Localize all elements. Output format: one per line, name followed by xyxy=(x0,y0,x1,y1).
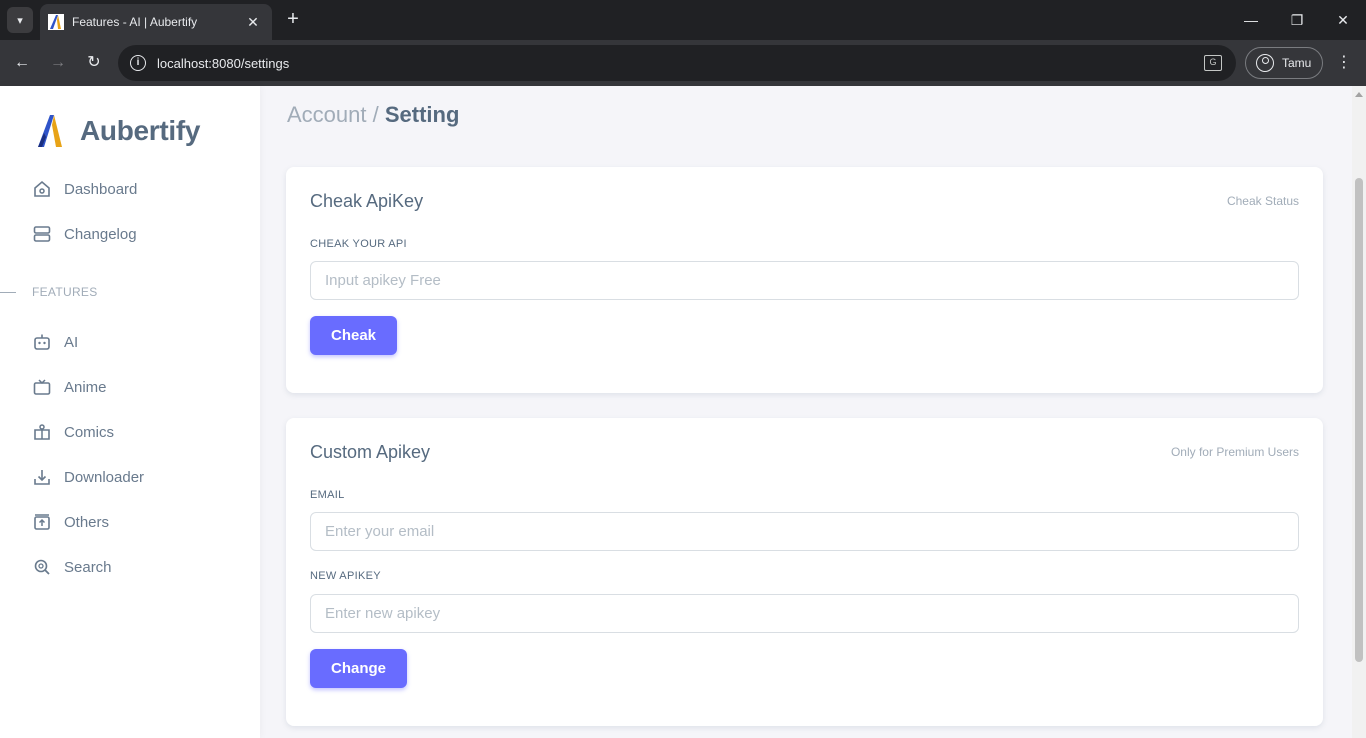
book-icon xyxy=(32,422,52,442)
maximize-icon[interactable]: ❐ xyxy=(1274,8,1320,32)
sidebar-item-label: Search xyxy=(64,558,112,576)
sidebar-item-dashboard[interactable]: Dashboard xyxy=(32,177,137,201)
sidebar-item-comics[interactable]: Comics xyxy=(32,420,114,444)
sidebar-item-label: Others xyxy=(64,513,110,531)
translate-icon[interactable]: G xyxy=(1204,55,1222,71)
tv-icon xyxy=(32,377,52,397)
server-icon xyxy=(32,224,52,244)
sidebar-item-downloader[interactable]: Downloader xyxy=(32,465,144,489)
browser-toolbar: ← → ↻ i localhost:8080/settings G Tamu ⋮ xyxy=(0,40,1366,86)
sidebar: Aubertify Dashboard Changelog FEATURES A… xyxy=(0,86,260,738)
tab-title: Features - AI | Aubertify xyxy=(72,15,198,29)
change-button[interactable]: Change xyxy=(310,649,408,688)
new-tab-icon[interactable]: + xyxy=(282,8,304,30)
sidebar-item-label: Comics xyxy=(64,423,115,441)
minimize-icon[interactable]: — xyxy=(1228,8,1274,32)
window-close-icon[interactable]: ✕ xyxy=(1320,8,1366,32)
search-icon xyxy=(32,557,52,577)
check-apikey-card: Cheak ApiKey Cheak Status CHEAK YOUR API… xyxy=(286,167,1323,393)
sidebar-item-changelog[interactable]: Changelog xyxy=(32,222,137,246)
profile-button[interactable]: Tamu xyxy=(1245,47,1323,79)
browser-tab[interactable]: Features - AI | Aubertify ✕ xyxy=(40,4,272,40)
brand-name: Aubertify xyxy=(80,115,201,146)
browser-tabbar: ▾ Features - AI | Aubertify ✕ + — ❐ ✕ xyxy=(0,0,1366,40)
card-title: Cheak ApiKey xyxy=(310,191,424,211)
tab-search-dropdown-icon[interactable]: ▾ xyxy=(7,7,33,33)
site-info-icon[interactable]: i xyxy=(130,55,146,71)
card-meta: Cheak Status xyxy=(1226,194,1299,208)
breadcrumb-parent[interactable]: Account / xyxy=(287,102,379,127)
card-meta: Only for Premium Users xyxy=(1170,445,1299,459)
browser-menu-icon[interactable]: ⋮ xyxy=(1334,51,1354,75)
page-scrollbar[interactable] xyxy=(1352,86,1366,738)
download-icon xyxy=(32,467,52,487)
sidebar-item-label: Changelog xyxy=(64,225,137,243)
profile-avatar-icon xyxy=(1256,54,1274,72)
breadcrumb-current: Setting xyxy=(384,102,460,127)
sidebar-item-anime[interactable]: Anime xyxy=(32,375,107,399)
sidebar-item-label: AI xyxy=(64,333,79,351)
upload-box-icon xyxy=(32,512,52,532)
home-icon xyxy=(32,179,52,199)
email-field[interactable] xyxy=(310,512,1299,551)
forward-arrow-icon[interactable]: → xyxy=(46,51,70,75)
page-content: Aubertify Dashboard Changelog FEATURES A… xyxy=(0,86,1366,738)
url-text: localhost:8080/settings xyxy=(157,55,290,71)
section-divider xyxy=(0,292,16,293)
tab-close-icon[interactable]: ✕ xyxy=(244,14,262,31)
sidebar-item-label: Anime xyxy=(64,378,107,396)
field-label: CHEAK YOUR API xyxy=(310,238,407,250)
aubertify-favicon-icon xyxy=(48,14,64,30)
address-bar[interactable]: i localhost:8080/settings G xyxy=(118,45,1236,81)
sidebar-item-label: Downloader xyxy=(64,468,145,486)
new-apikey-field[interactable] xyxy=(310,594,1299,633)
sidebar-item-search[interactable]: Search xyxy=(32,555,112,579)
breadcrumb: Account / Setting xyxy=(287,102,459,128)
brand-logo[interactable]: Aubertify xyxy=(36,111,201,151)
back-arrow-icon[interactable]: ← xyxy=(10,51,34,75)
profile-name: Tamu xyxy=(1282,56,1312,70)
custom-apikey-card: Custom Apikey Only for Premium Users EMA… xyxy=(286,418,1323,726)
email-label: EMAIL xyxy=(310,489,345,501)
aubertify-logo-icon xyxy=(38,115,62,147)
apikey-check-input[interactable] xyxy=(310,261,1299,300)
robot-icon xyxy=(32,332,52,352)
sidebar-item-ai[interactable]: AI xyxy=(32,330,78,354)
sidebar-item-others[interactable]: Others xyxy=(32,510,109,534)
scrollbar-thumb[interactable] xyxy=(1355,178,1363,662)
card-title: Custom Apikey xyxy=(310,442,431,462)
check-button[interactable]: Cheak xyxy=(310,316,398,355)
new-apikey-label: NEW APIKEY xyxy=(310,570,381,582)
scroll-up-arrow-icon[interactable] xyxy=(1355,92,1363,97)
sidebar-item-label: Dashboard xyxy=(64,180,138,198)
section-header-features: FEATURES xyxy=(32,285,98,299)
reload-icon[interactable]: ↻ xyxy=(82,51,106,75)
